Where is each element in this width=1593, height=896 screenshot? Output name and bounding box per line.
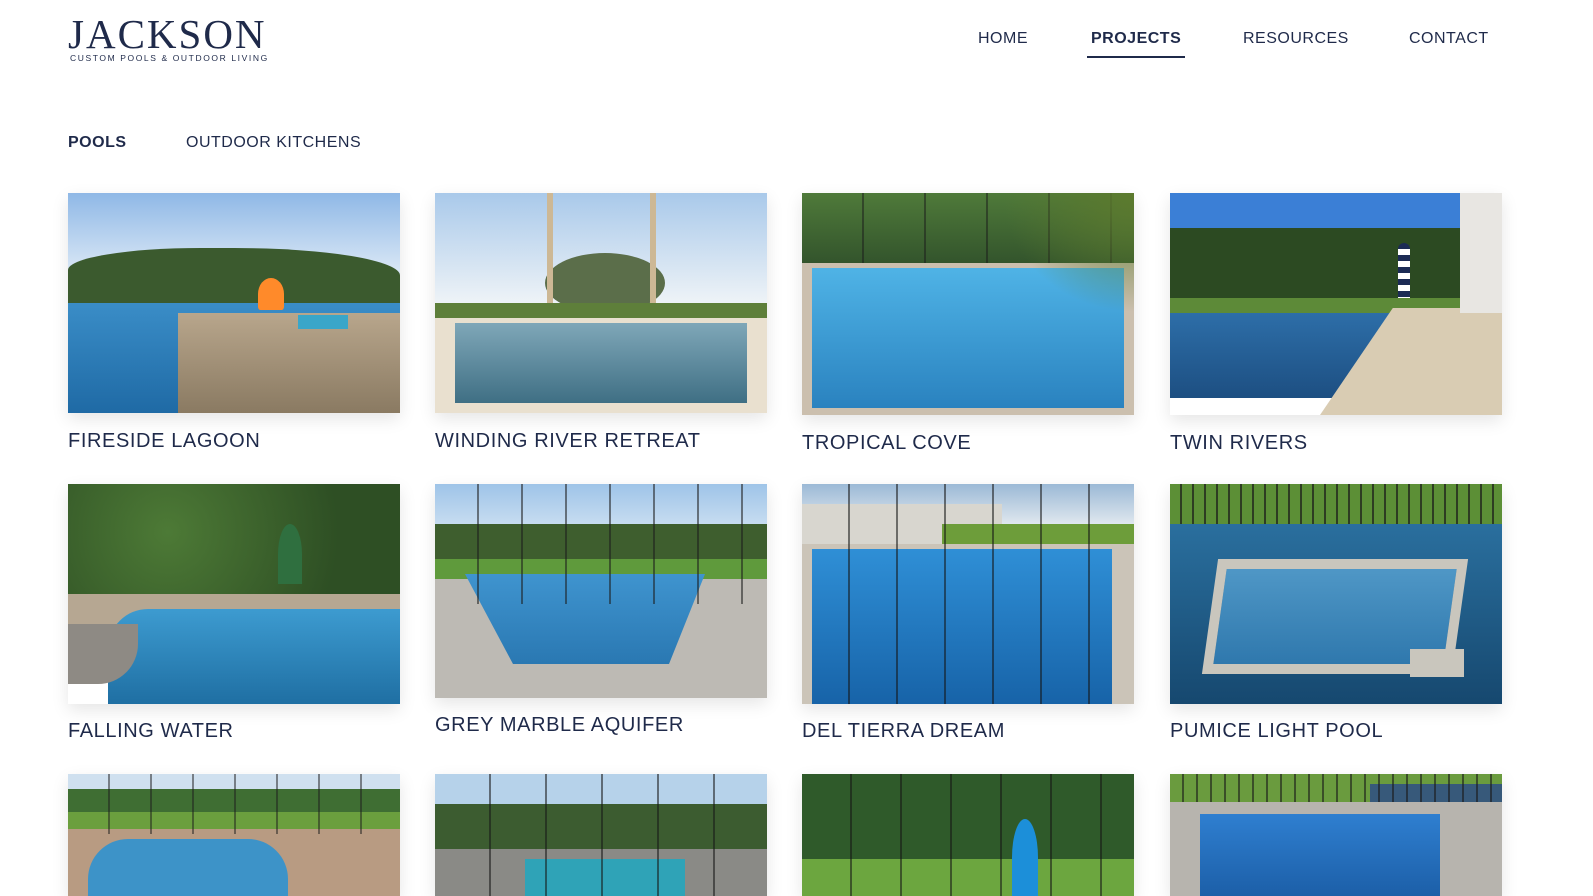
nav-projects-label: PROJECTS [1091,30,1182,47]
project-title: TROPICAL COVE [802,432,972,454]
tab-outdoor-kitchens-label: OUTDOOR KITCHENS [186,134,362,151]
project-title: PUMICE LIGHT POOL [1170,720,1384,742]
nav-home[interactable]: HOME [978,30,1028,60]
project-card[interactable] [802,774,1135,896]
project-card-twin-rivers[interactable]: TWIN RIVERS [1170,193,1503,454]
project-card-pumice-light-pool[interactable]: PUMICE LIGHT POOL [1170,484,1503,742]
project-photo[interactable] [68,774,400,896]
project-photo[interactable] [802,484,1134,704]
tab-outdoor-kitchens[interactable]: OUTDOOR KITCHENS [186,134,361,152]
nav-resources-label: RESOURCES [1243,30,1349,47]
project-photo[interactable] [802,193,1134,415]
project-photo[interactable] [68,193,400,413]
project-photo[interactable] [1170,193,1502,415]
nav-home-label: HOME [978,30,1028,47]
nav-contact[interactable]: CONTACT [1409,30,1489,60]
project-card[interactable] [1170,774,1503,896]
project-card-grey-marble-aquifer[interactable]: GREY MARBLE AQUIFER [435,484,768,736]
project-card-falling-water[interactable]: FALLING WATER [68,484,401,742]
project-card[interactable] [68,774,401,896]
tab-pools-label: POOLS [68,134,127,151]
project-card-del-tierra-dream[interactable]: DEL TIERRA DREAM [802,484,1135,742]
site-header: JACKSON CUSTOM POOLS & OUTDOOR LIVING HO… [0,0,1593,80]
project-title: TWIN RIVERS [1170,432,1308,454]
project-photo[interactable] [802,774,1134,896]
logo-tagline: CUSTOM POOLS & OUTDOOR LIVING [70,53,269,63]
nav-resources[interactable]: RESOURCES [1243,30,1349,60]
project-title: DEL TIERRA DREAM [802,720,1005,742]
tab-pools[interactable]: POOLS [68,134,127,152]
project-card[interactable] [435,774,768,896]
project-title: FIRESIDE LAGOON [68,430,261,452]
nav-projects[interactable]: PROJECTS [1086,30,1186,60]
project-card-tropical-cove[interactable]: TROPICAL COVE [802,193,1135,454]
project-title: GREY MARBLE AQUIFER [435,714,684,736]
logo-wordmark: JACKSON [68,11,267,57]
project-card-winding-river-retreat[interactable]: WINDING RIVER RETREAT [435,193,768,452]
site-logo[interactable]: JACKSON CUSTOM POOLS & OUTDOOR LIVING [68,12,280,64]
nav-contact-label: CONTACT [1409,30,1489,47]
project-photo[interactable] [1170,774,1502,896]
project-card-fireside-lagoon[interactable]: FIRESIDE LAGOON [68,193,401,452]
project-photo[interactable] [435,193,767,413]
project-photo[interactable] [435,484,767,698]
project-photo[interactable] [68,484,400,704]
project-title: WINDING RIVER RETREAT [435,430,701,452]
project-title: FALLING WATER [68,720,234,742]
project-photo[interactable] [1170,484,1502,704]
project-photo[interactable] [435,774,767,896]
